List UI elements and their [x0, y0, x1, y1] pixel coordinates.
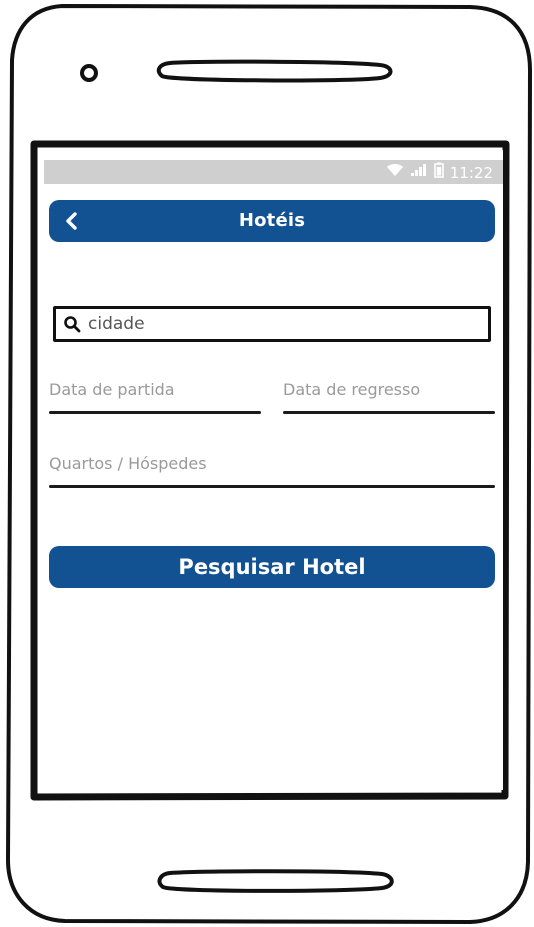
- departure-date-field[interactable]: Data de partida: [49, 380, 261, 414]
- city-search-input[interactable]: cidade: [53, 306, 491, 342]
- page-title: Hotéis: [238, 210, 306, 231]
- departure-date-label: Data de partida: [49, 380, 175, 399]
- return-date-label: Data de regresso: [283, 380, 421, 399]
- battery-icon: [433, 162, 444, 184]
- app-screen: 11:22 Hotéis cidade Data de partida Data…: [44, 150, 503, 790]
- search-icon: [62, 314, 82, 334]
- app-header: Hotéis: [49, 200, 495, 242]
- status-bar: 11:22: [44, 160, 503, 184]
- wifi-icon: [386, 163, 404, 183]
- status-time: 11:22: [449, 164, 493, 182]
- signal-icon: [410, 163, 428, 183]
- search-hotel-button[interactable]: Pesquisar Hotel: [49, 546, 495, 588]
- city-placeholder: cidade: [88, 314, 145, 334]
- return-date-underline: [283, 411, 495, 414]
- status-icons: 11:22: [386, 162, 493, 184]
- rooms-guests-underline: [49, 485, 495, 488]
- phone-mockup: 11:22 Hotéis cidade Data de partida Data…: [0, 0, 534, 927]
- departure-date-underline: [49, 411, 261, 414]
- rooms-guests-label: Quartos / Hóspedes: [49, 454, 207, 473]
- return-date-field[interactable]: Data de regresso: [283, 380, 495, 414]
- rooms-guests-field[interactable]: Quartos / Hóspedes: [49, 454, 495, 488]
